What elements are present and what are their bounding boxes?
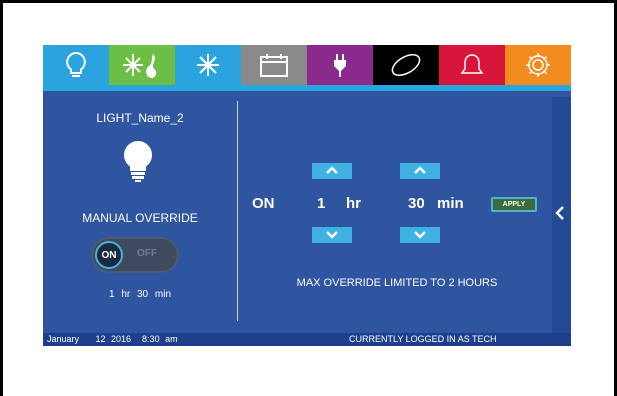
tab-bar [43, 45, 571, 85]
tab-settings[interactable] [505, 45, 571, 85]
snowflake-icon [195, 52, 221, 78]
calendar-icon [259, 52, 289, 78]
chevron-down-icon [413, 226, 427, 244]
override-state: ON [252, 195, 275, 212]
chevron-up-icon [413, 162, 427, 180]
chevron-up-icon [325, 162, 339, 180]
login-status: CURRENTLY LOGGED IN AS TECH [349, 334, 497, 344]
heat-cool-icon [119, 50, 165, 80]
tab-lighting[interactable] [43, 45, 109, 85]
tab-schedule[interactable] [241, 45, 307, 85]
hours-unit: hr [346, 195, 361, 212]
light-bulb-icon [65, 51, 87, 79]
chevron-down-icon [325, 226, 339, 244]
oval-icon [389, 53, 423, 77]
apply-button[interactable]: APPLY [491, 197, 537, 212]
date-time: January 12 2016 8:30 am [47, 334, 178, 344]
side-drawer-tab[interactable] [552, 97, 571, 333]
max-override-note: MAX OVERRIDE LIMITED TO 2 HOURS [296, 277, 498, 289]
light-bulb-icon [116, 137, 160, 188]
tab-alarms[interactable] [439, 45, 505, 85]
tab-sensor[interactable] [373, 45, 439, 85]
bell-icon [460, 52, 484, 78]
chevron-left-icon [554, 205, 566, 226]
override-timer-panel: ON 1 hr 30 min APPLY MAX OVERRIDE LIMITE… [238, 91, 556, 333]
hours-down-button[interactable] [312, 227, 352, 243]
override-toggle[interactable]: ON OFF [91, 237, 179, 273]
minutes-unit: min [437, 195, 464, 212]
minutes-up-button[interactable] [400, 163, 440, 179]
control-screen: LIGHT_Name_2 MANUAL OVERRIDE ON OFF 1 hr… [43, 45, 571, 346]
override-remaining-time: 1 hr 30 min [108, 289, 172, 300]
tab-power[interactable] [307, 45, 373, 85]
gear-icon [524, 51, 552, 79]
minutes-value: 30 [408, 195, 425, 212]
manual-override-label: MANUAL OVERRIDE [82, 211, 198, 225]
hours-up-button[interactable] [312, 163, 352, 179]
plug-icon [332, 52, 348, 78]
tab-cooling[interactable] [175, 45, 241, 85]
minutes-down-button[interactable] [400, 227, 440, 243]
toggle-on-knob[interactable]: ON [95, 241, 123, 269]
status-bar: January 12 2016 8:30 am CURRENTLY LOGGED… [43, 333, 571, 346]
tab-heat-cool[interactable] [109, 45, 175, 85]
device-name: LIGHT_Name_2 [96, 111, 184, 125]
toggle-off-label: OFF [137, 248, 157, 259]
hours-value: 1 [317, 195, 326, 212]
